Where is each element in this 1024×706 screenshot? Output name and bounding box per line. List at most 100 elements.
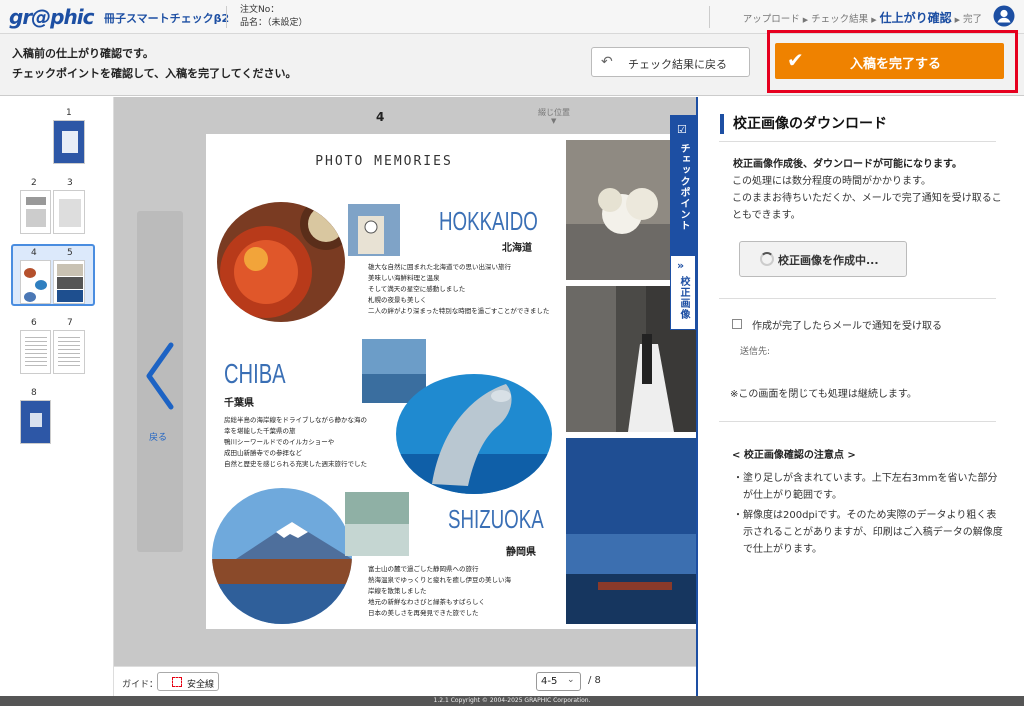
- instruction-message: 入稿前の仕上がり確認です。 チェックポイントを確認して、入稿を完了してください。: [12, 44, 296, 84]
- double-chevron-right-icon: »: [677, 259, 685, 272]
- shizuoka-subtitle: 静岡県: [506, 547, 536, 558]
- thumbnail-page-7[interactable]: [53, 330, 85, 374]
- thumbnail-photo: [57, 264, 83, 276]
- spread-page-left: PHOTO MEMORIES HOKKAIDO 北海道 雄大な自然に囲まれた北海…: [206, 134, 562, 629]
- hokkaido-food-photo: [217, 202, 345, 322]
- tab-proof-image[interactable]: » 校正画像: [670, 255, 696, 330]
- spine-arrow-icon: ▼: [551, 117, 557, 125]
- step-complete: 完了: [962, 14, 982, 25]
- safe-line-toggle[interactable]: 安全線: [157, 672, 219, 691]
- notes-title: < 校正画像確認の注意点 >: [732, 450, 856, 461]
- body-text-line: 札幌の夜景も美しく: [368, 296, 427, 304]
- clock-face: [364, 220, 378, 234]
- tab-checkpoint-label: チェックポイント: [678, 143, 689, 231]
- thumbnail-label: 4: [31, 248, 37, 258]
- hokkaido-text: 雄大な自然に囲まれた北海道での思い出深い旅行 美味しい海鮮料理と温泉 そして満天…: [368, 262, 558, 317]
- checkbox-icon: ☑: [677, 123, 687, 136]
- page-select-value: 4-5: [541, 676, 558, 687]
- user-account-icon[interactable]: [993, 5, 1015, 27]
- thumbnail-page-6[interactable]: [20, 330, 51, 374]
- header-divider: [709, 6, 710, 28]
- chiba-text: 房総半島の海岸線をドライブしながら静かな海の 幸を堪能した千葉県の旅 鴨川シーワ…: [224, 415, 394, 470]
- body-text-line: 成田山新勝寺での参拝など: [224, 449, 302, 457]
- loading-spinner-icon: [760, 252, 774, 266]
- thumbnail-page-8[interactable]: [20, 400, 51, 444]
- thumbnail-label: 8: [31, 388, 37, 398]
- panel-description: この処理には数分程度の時間がかかります。 このままお待ちいただくか、メールで完了…: [732, 173, 1002, 224]
- step-arrow-icon: ▶: [871, 16, 877, 24]
- instruction-line: 入稿前の仕上がり確認です。: [12, 47, 154, 60]
- thumbnail-page-3[interactable]: [53, 190, 85, 234]
- page-thumbnail-sidebar: [0, 97, 114, 696]
- bullet: ・: [733, 473, 743, 484]
- graphic-logo[interactable]: gr@phic: [9, 5, 94, 29]
- thumbnail-photo: [26, 197, 46, 205]
- thumbnail-page-2[interactable]: [20, 190, 51, 234]
- panel-title: 校正画像のダウンロード: [720, 114, 887, 134]
- divider: [719, 141, 996, 142]
- body-text-line: 幸を堪能した千葉県の旅: [224, 427, 296, 435]
- complete-button-label: 入稿を完了する: [850, 57, 942, 72]
- safe-line-icon: [172, 677, 182, 687]
- generating-proof-button[interactable]: 校正画像を作成中...: [739, 241, 907, 277]
- body-text-line: 雄大な自然に囲まれた北海道での思い出深い旅行: [368, 263, 511, 271]
- email-notify-checkbox[interactable]: [732, 319, 742, 329]
- tab-proof-label: 校正画像: [678, 276, 689, 320]
- note-item: ・ 塗り足しが含まれています。上下左右3mmを省いた部分が仕上がり範囲です。: [733, 470, 1003, 504]
- body-text-line: 二人の絆がより深まった特別な時間を過ごすことができました: [368, 307, 550, 315]
- tab-checkpoint[interactable]: ☑ チェックポイント: [670, 115, 696, 245]
- body-text-line: 富士山の麓で過ごした静岡県への旅行: [368, 565, 479, 573]
- bullet: ・: [733, 510, 743, 521]
- back-to-check-result-button[interactable]: ↶ チェック結果に戻る: [591, 47, 750, 77]
- header-divider: [226, 6, 227, 28]
- step-upload: アップロード: [742, 14, 800, 25]
- previous-page-button[interactable]: 戻る: [137, 211, 183, 552]
- chevron-left-icon: [146, 342, 174, 410]
- thumbnail-photo: [62, 131, 78, 153]
- chiba-title: CHIBA: [224, 358, 286, 389]
- generating-label: 校正画像を作成中...: [778, 254, 879, 267]
- body-text-line: そして満天の星空に感動しました: [368, 285, 466, 293]
- previous-page-label: 戻る: [149, 433, 168, 443]
- thumbnail-page-1[interactable]: [53, 120, 85, 164]
- step-breadcrumb: アップロード ▶ チェック結果 ▶ 仕上がり確認 ▶ 完了: [743, 9, 982, 26]
- body-text-line: 日本の美しさを再発見できた旅でした: [368, 609, 479, 617]
- thumbnail-text: [58, 337, 80, 369]
- step-arrow-icon: ▶: [802, 16, 809, 24]
- thumbnail-photo: [35, 280, 47, 290]
- thumbnail-label: 6: [31, 318, 37, 328]
- thumbnail-page-4[interactable]: [20, 260, 51, 304]
- send-to-label: 送信先:: [740, 347, 771, 357]
- order-info: 注文No： 品名：（未設定）: [240, 4, 308, 30]
- page-select[interactable]: 4-5 ⌄: [536, 672, 581, 691]
- thumbnail-label: 3: [67, 178, 73, 188]
- thumbnail-photo: [24, 292, 36, 302]
- thumbnail-text: [59, 199, 81, 227]
- process-continues-note: ※この画面を閉じても処理は継続します。: [730, 389, 917, 400]
- return-arrow-icon: ↶: [601, 54, 613, 70]
- shizuoka-title: SHIZUOKA: [448, 504, 544, 534]
- hokkaido-subtitle: 北海道: [502, 243, 532, 254]
- thumbnail-label: 5: [67, 248, 73, 258]
- order-number-label: 注文No：: [240, 5, 280, 15]
- shizuoka-text: 富士山の麓で過ごした静岡県への旅行 熱海温泉でゆっくりと疲れを癒し伊豆の美しい海…: [368, 564, 558, 619]
- top-header: gr@phic 冊子スマートチェックβ2 注文No： 品名：（未設定） アップロ…: [0, 0, 1024, 34]
- copyright-footer: 1.2.1 Copyright © 2004-2025 GRAPHIC Corp…: [0, 696, 1024, 706]
- chiba-subtitle: 千葉県: [224, 398, 254, 409]
- thumbnail-text: [25, 337, 47, 369]
- description-line: この処理には数分程度の時間がかかります。: [732, 176, 931, 187]
- thumbnail-photo: [24, 268, 36, 278]
- step-check-result: チェック結果: [811, 14, 869, 25]
- hokkaido-title: HOKKAIDO: [439, 206, 538, 236]
- thumbnail-page-5[interactable]: [53, 260, 85, 304]
- complete-submission-button[interactable]: ✔ 入稿を完了する: [775, 43, 1004, 79]
- body-text-line: 鴨川シーワールドでのイルカショーや: [224, 438, 335, 446]
- email-notify-label[interactable]: 作成が完了したらメールで通知を受け取る: [752, 317, 942, 332]
- description-line: このままお待ちいただくか、メールで完了通知を受け取ることもできます。: [732, 193, 1002, 221]
- check-icon: ✔: [787, 48, 804, 72]
- body-text-line: 自然と歴史を感じられる充実した週末旅行でした: [224, 460, 367, 468]
- current-page-number: 4: [376, 110, 385, 124]
- hot-spring-steam: [345, 524, 409, 556]
- thumbnail-photo: [30, 413, 42, 427]
- thumbnail-label: 2: [31, 178, 37, 188]
